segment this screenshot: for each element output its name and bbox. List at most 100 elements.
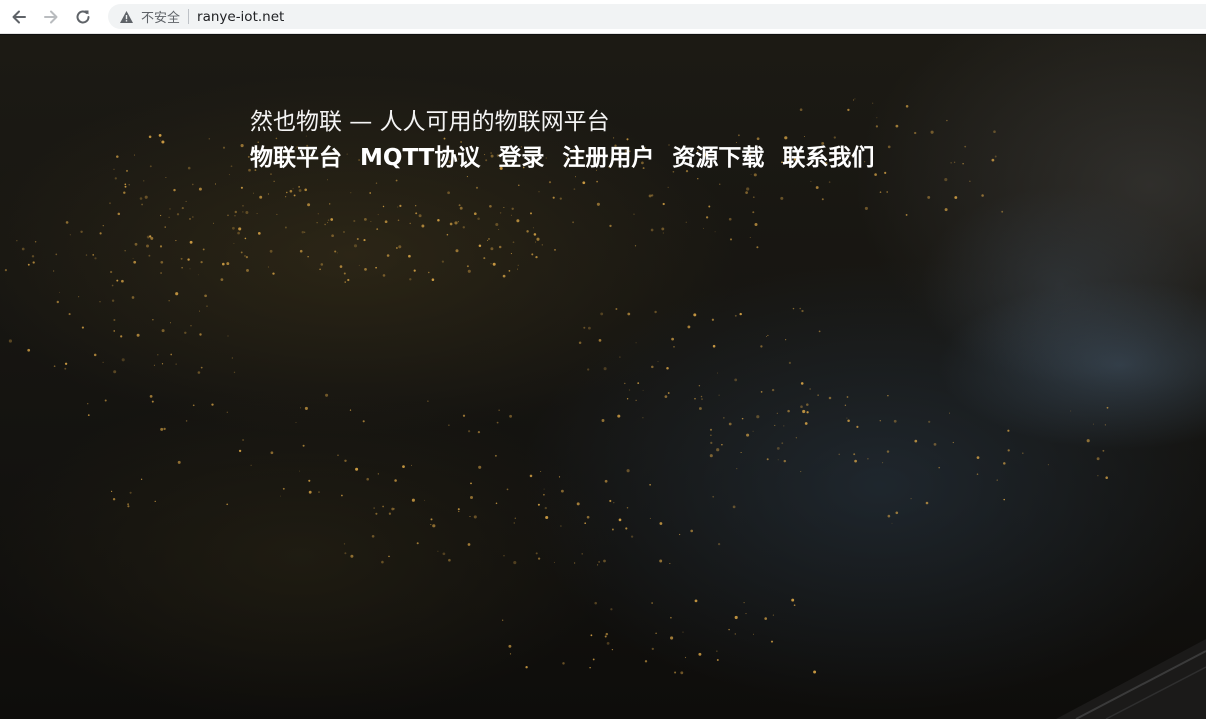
city-light-dot [327, 219, 330, 221]
city-light-dot [994, 155, 997, 158]
city-light-dot [886, 191, 889, 193]
city-light-dot [336, 252, 338, 254]
city-light-dot [659, 559, 663, 563]
city-light-dot [710, 434, 712, 437]
city-light-dot [914, 131, 917, 135]
city-light-dot [299, 249, 303, 253]
city-light-dot [728, 217, 732, 221]
forward-button[interactable] [38, 4, 64, 30]
city-light-dot [905, 105, 909, 108]
city-light-dot [432, 524, 436, 528]
city-light-dot [710, 441, 713, 445]
city-light-dot [382, 274, 386, 277]
city-light-dot [872, 102, 874, 104]
city-light-dot [887, 394, 889, 397]
city-light-dot [502, 274, 506, 278]
city-light-dot [318, 491, 320, 494]
city-light-dot [468, 430, 471, 433]
city-light-dot [1047, 464, 1049, 466]
city-light-dot [648, 194, 652, 198]
city-light-dot [244, 254, 246, 257]
city-light-dot [705, 216, 709, 219]
city-light-dot [215, 183, 216, 185]
city-light-dot [133, 154, 136, 156]
nav-link-downloads[interactable]: 资源下载 [672, 138, 764, 172]
city-light-dot [738, 134, 740, 137]
back-button[interactable] [6, 4, 32, 30]
city-light-dot [879, 191, 882, 193]
city-light-dot [887, 514, 891, 518]
city-light-dot [459, 206, 463, 210]
city-light-dot [59, 291, 60, 293]
city-light-dot [693, 313, 697, 317]
city-light-dot [996, 479, 998, 481]
city-light-dot [627, 312, 631, 316]
city-light-dot [293, 194, 296, 197]
city-light-dot [300, 407, 302, 409]
city-light-dot [240, 144, 244, 148]
city-light-dot [949, 412, 950, 414]
city-light-dot [601, 419, 605, 422]
city-light-dot [301, 230, 305, 234]
city-light-dot [740, 451, 742, 454]
city-light-dot [492, 262, 496, 266]
city-light-dot [112, 497, 116, 501]
city-light-dot [334, 250, 337, 253]
city-light-dot [981, 194, 984, 197]
city-light-dot [649, 517, 651, 519]
city-light-dot [864, 206, 868, 210]
city-light-dot [242, 205, 244, 207]
city-light-dot [503, 207, 505, 208]
nav-link-mqtt-protocol[interactable]: MQTT协议 [360, 138, 480, 172]
nav-link-register[interactable]: 注册用户 [562, 138, 654, 172]
warning-triangle-icon[interactable] [118, 9, 134, 25]
city-light-dot [246, 268, 249, 272]
city-light-dot [139, 197, 143, 200]
city-light-dot [535, 552, 538, 555]
city-light-dot [928, 420, 931, 423]
security-status-label[interactable]: 不安全 [141, 7, 180, 26]
city-light-dot [1007, 449, 1010, 452]
city-light-dot [252, 192, 254, 194]
url-text[interactable]: ranye-iot.net [197, 9, 284, 25]
city-light-dot [662, 232, 664, 234]
city-light-dot [441, 260, 445, 263]
city-light-dot [427, 400, 429, 402]
city-light-dot [605, 632, 609, 636]
city-light-dot [227, 214, 229, 217]
nav-link-login[interactable]: 登录 [498, 138, 544, 172]
city-light-dot [670, 616, 672, 619]
nav-link-iot-platform[interactable]: 物联平台 [250, 138, 342, 172]
city-light-dot [240, 251, 243, 254]
nav-link-contact[interactable]: 联系我们 [782, 138, 874, 172]
city-light-dot [490, 247, 494, 251]
city-light-dot [175, 240, 177, 242]
city-light-dot [53, 365, 56, 368]
city-light-dot [517, 268, 518, 270]
city-light-dot [192, 404, 195, 407]
reload-button[interactable] [70, 4, 96, 30]
city-light-dot [102, 361, 104, 363]
city-light-dot [256, 212, 258, 215]
city-light-dot [331, 234, 334, 238]
site-headline: 然也物联 — 人人可用的物联网平台 [250, 109, 610, 135]
city-light-dot [150, 236, 154, 240]
city-light-dot [633, 213, 635, 215]
city-light-dot [375, 512, 378, 515]
city-light-dot [745, 191, 748, 194]
city-light-dot [448, 424, 450, 426]
city-light-dot [469, 516, 471, 517]
city-light-dot [687, 325, 691, 329]
city-light-dot [617, 414, 621, 418]
city-light-dot [767, 334, 769, 336]
city-light-dot [397, 219, 400, 222]
city-light-dot [362, 420, 365, 423]
address-bar[interactable]: 不安全 ranye-iot.net [108, 4, 1206, 29]
city-light-dot [163, 427, 166, 431]
city-light-dot [847, 419, 850, 423]
city-light-dot [197, 371, 201, 374]
city-light-dot [467, 543, 471, 546]
city-light-dot [927, 195, 931, 199]
city-light-dot [477, 430, 481, 434]
city-light-dot [752, 211, 755, 214]
